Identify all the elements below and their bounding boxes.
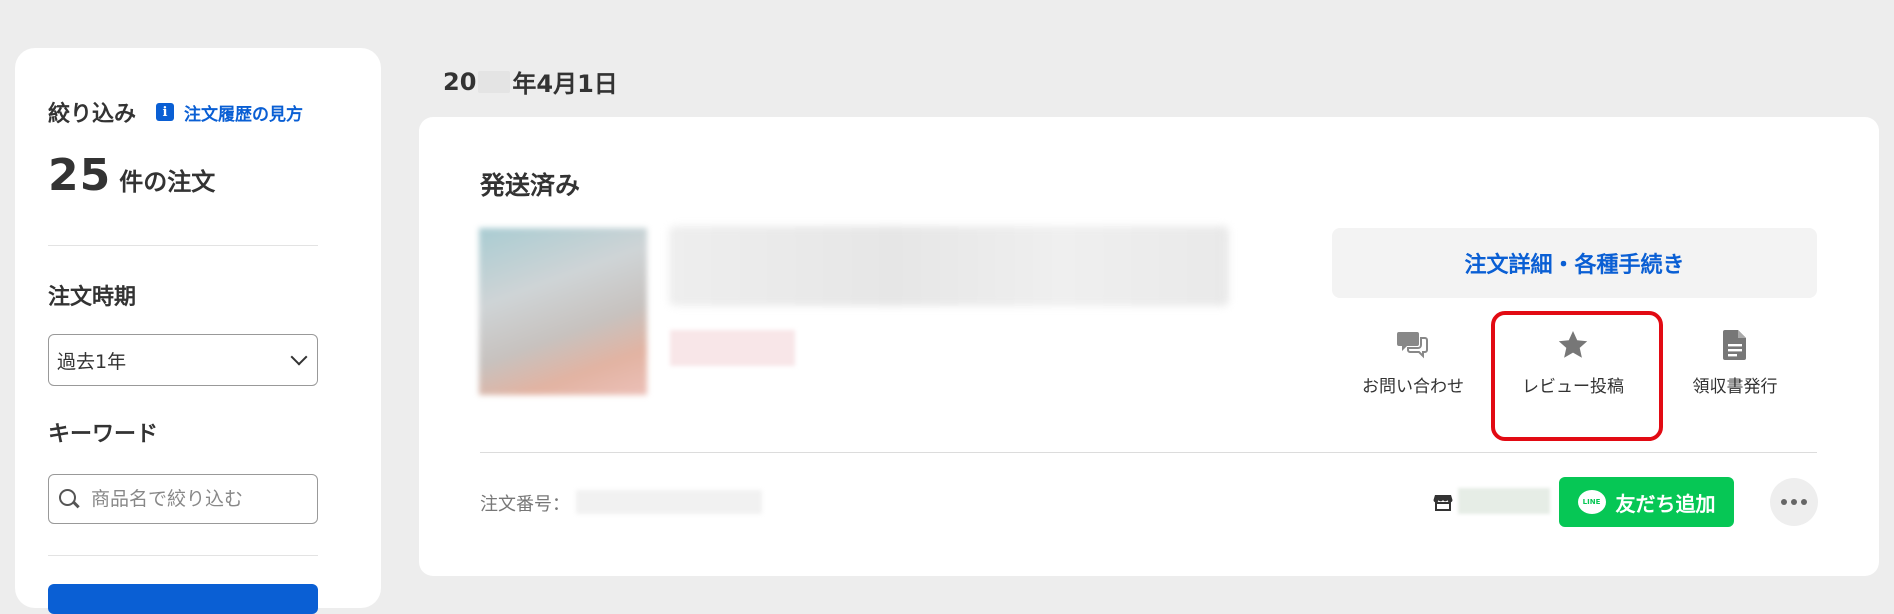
- order-history-help-link[interactable]: i 注文履歴の見方: [156, 100, 303, 125]
- line-add-friend-button[interactable]: LINE 友だち追加: [1559, 477, 1734, 527]
- order-period-title: 注文時期: [48, 285, 137, 310]
- order-period-select[interactable]: 過去1年: [48, 334, 318, 386]
- more-options-button[interactable]: [1770, 478, 1818, 526]
- line-button-label: 友だち追加: [1615, 491, 1716, 516]
- keyword-title: キーワード: [48, 422, 159, 447]
- product-image[interactable]: [479, 228, 647, 395]
- sidebar-divider: [48, 245, 318, 246]
- order-number-label: 注文番号：: [480, 494, 570, 515]
- contact-button[interactable]: お問い合わせ: [1343, 328, 1483, 397]
- chevron-down-icon: [290, 348, 308, 366]
- search-icon: [59, 489, 79, 509]
- filter-title: 絞り込み: [48, 102, 137, 127]
- keyword-search-box[interactable]: [48, 474, 318, 524]
- redacted-order-number: [576, 490, 762, 514]
- search-submit-button[interactable]: [48, 584, 318, 614]
- store-icon: [1433, 495, 1453, 511]
- order-count-unit: 件の注文: [119, 168, 216, 196]
- order-count-number: 25: [48, 150, 112, 201]
- filter-header: 絞り込み i 注文履歴の見方: [48, 96, 303, 128]
- keyword-search-input[interactable]: [89, 487, 299, 511]
- issue-receipt-button[interactable]: 領収書発行: [1665, 328, 1805, 397]
- redacted-price: [670, 330, 795, 366]
- info-icon: i: [156, 103, 175, 121]
- redacted-store-name[interactable]: [1458, 488, 1550, 514]
- line-icon: LINE: [1577, 490, 1606, 514]
- star-icon: [1558, 331, 1588, 358]
- redacted-product-name[interactable]: [669, 226, 1229, 306]
- order-card-divider: [480, 452, 1817, 453]
- more-dots-icon: [1781, 499, 1787, 505]
- receipt-label: 領収書発行: [1692, 377, 1778, 397]
- order-period-value: 過去1年: [57, 350, 127, 373]
- contact-label: お問い合わせ: [1362, 377, 1464, 397]
- order-detail-button[interactable]: 注文詳細・各種手続き: [1332, 228, 1817, 298]
- order-status: 発送済み: [480, 171, 581, 200]
- order-date-suffix: 年4月1日: [512, 70, 618, 98]
- help-link-label: 注文履歴の見方: [184, 104, 304, 125]
- order-date-prefix: 20: [443, 67, 477, 96]
- chat-bubbles-icon: [1397, 332, 1428, 359]
- order-date: 20 年4月1日: [443, 64, 618, 99]
- filter-sidebar: [15, 48, 381, 608]
- document-icon: [1723, 330, 1746, 360]
- sidebar-divider-bottom: [48, 555, 318, 556]
- order-count: 25 件の注文: [48, 150, 215, 201]
- review-label: レビュー投稿: [1522, 377, 1624, 397]
- write-review-button[interactable]: レビュー投稿: [1503, 328, 1643, 397]
- redacted-year: [478, 70, 511, 93]
